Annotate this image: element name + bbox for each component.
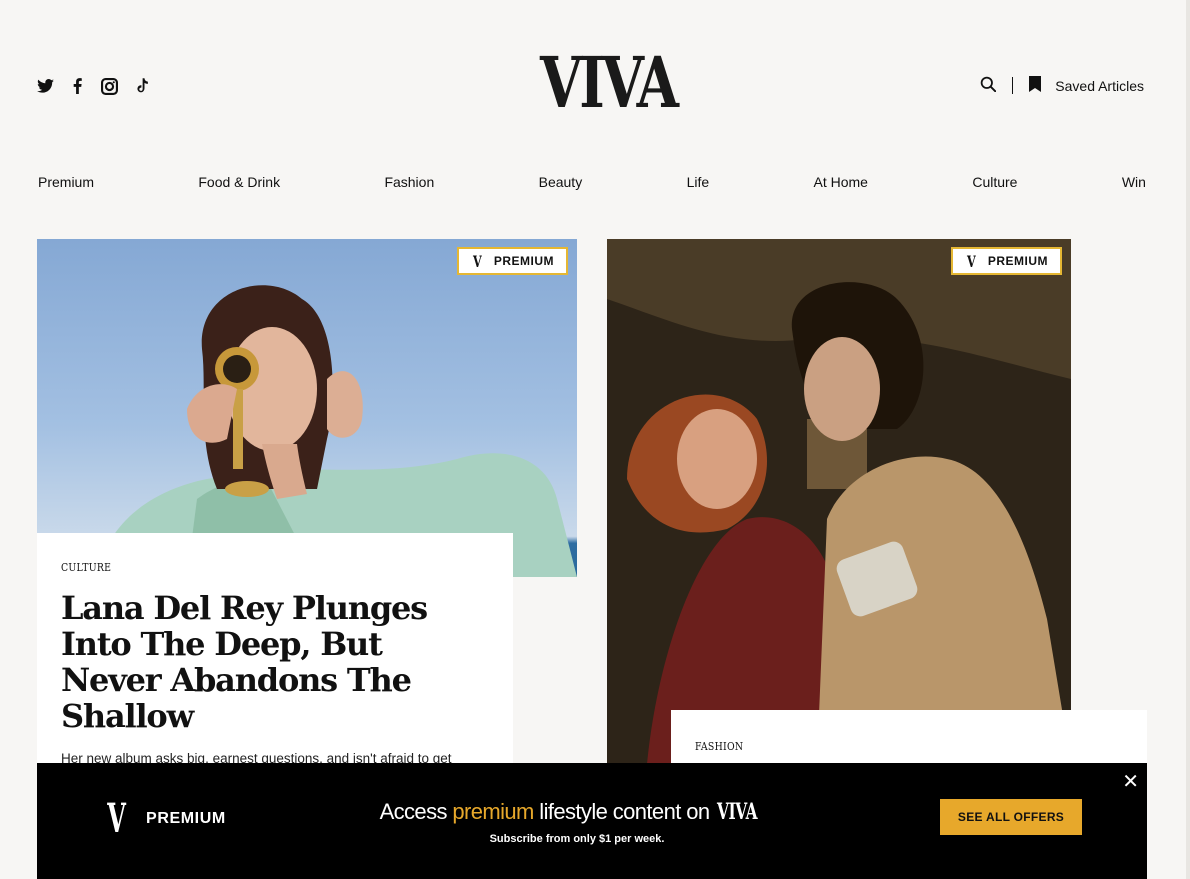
premium-brand: V PREMIUM <box>101 799 226 839</box>
site-header: VIVA Saved Articles <box>0 0 1186 150</box>
divider <box>1012 77 1014 94</box>
social-links <box>36 77 150 95</box>
article-headline[interactable]: Lana Del Rey Plunges Into The Deep, But … <box>61 590 489 734</box>
instagram-icon[interactable] <box>100 77 118 95</box>
premium-v-logo: V <box>966 251 976 271</box>
banner-text-before: Access <box>379 799 453 824</box>
premium-label: PREMIUM <box>146 810 226 827</box>
facebook-icon[interactable] <box>68 77 86 95</box>
see-all-offers-button[interactable]: SEE ALL OFFERS <box>940 799 1082 835</box>
banner-message: Access premium lifestyle content on VIVA… <box>377 799 777 845</box>
nav-item-life[interactable]: Life <box>687 174 710 190</box>
premium-v-logo: V <box>107 795 126 842</box>
nav-item-win[interactable]: Win <box>1122 174 1146 190</box>
fashion-photo-illustration <box>607 239 1071 764</box>
main-nav: Premium Food & Drink Fashion Beauty Life… <box>38 174 1146 190</box>
banner-subtext: Subscribe from only $1 per week. <box>489 833 665 845</box>
saved-articles-link[interactable]: Saved Articles <box>1055 78 1144 94</box>
scrollbar[interactable] <box>1186 0 1190 879</box>
premium-badge-label: PREMIUM <box>987 254 1048 268</box>
premium-v-logo: V <box>472 251 482 271</box>
close-icon[interactable]: ✕ <box>1122 769 1139 794</box>
banner-brand-logo: VIVA <box>717 799 758 825</box>
banner-text-accent: premium <box>452 799 534 824</box>
premium-badge: V PREMIUM <box>456 247 568 275</box>
bookmark-icon[interactable] <box>1029 76 1042 95</box>
premium-subscribe-banner: ✕ V PREMIUM Access premium lifestyle con… <box>37 763 1147 879</box>
search-icon[interactable] <box>980 76 997 95</box>
site-logo[interactable]: VIVA <box>540 48 679 118</box>
nav-item-food-drink[interactable]: Food & Drink <box>198 174 280 190</box>
portrait-illustration <box>97 285 577 577</box>
banner-text-after: lifestyle content on <box>533 799 716 824</box>
banner-headline: Access premium lifestyle content on VIVA <box>377 799 777 825</box>
article-card-text[interactable]: FASHION <box>671 710 1147 770</box>
nav-item-beauty[interactable]: Beauty <box>539 174 583 190</box>
article-image-lana-del-rey[interactable]: V PREMIUM <box>37 239 577 577</box>
article-category[interactable]: CULTURE <box>61 561 425 574</box>
nav-item-at-home[interactable]: At Home <box>814 174 868 190</box>
premium-badge: V PREMIUM <box>950 247 1062 275</box>
header-actions: Saved Articles <box>980 76 1144 95</box>
nav-item-premium[interactable]: Premium <box>38 174 94 190</box>
tiktok-icon[interactable] <box>132 77 150 95</box>
premium-badge-label: PREMIUM <box>493 254 554 268</box>
article-image-fashion[interactable]: V PREMIUM <box>607 239 1071 764</box>
nav-item-fashion[interactable]: Fashion <box>384 174 434 190</box>
article-card-text[interactable]: CULTURE Lana Del Rey Plunges Into The De… <box>37 533 513 788</box>
article-category[interactable]: FASHION <box>695 740 1059 753</box>
twitter-icon[interactable] <box>36 77 54 95</box>
nav-item-culture[interactable]: Culture <box>972 174 1017 190</box>
